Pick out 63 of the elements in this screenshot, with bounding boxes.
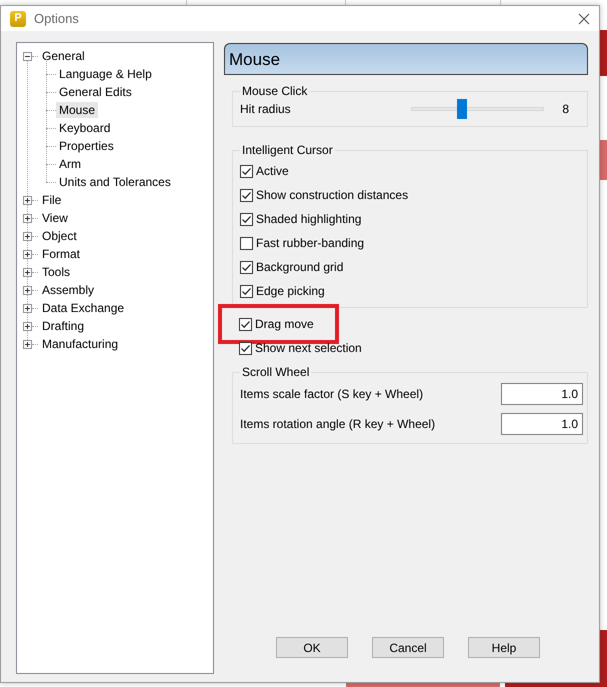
calendar-event (600, 140, 607, 180)
expand-icon[interactable] (23, 214, 32, 222)
checkbox-label[interactable]: Shaded highlighting (256, 212, 362, 226)
checkbox[interactable] (240, 284, 253, 298)
expand-icon[interactable] (23, 196, 32, 204)
tree-item[interactable]: General (39, 48, 88, 64)
expand-icon[interactable] (23, 304, 32, 312)
calendar-event (600, 30, 607, 76)
tree-item[interactable]: Properties (56, 138, 117, 154)
tree-item[interactable]: Arm (56, 156, 84, 172)
slider-thumb[interactable] (456, 99, 467, 119)
collapse-icon[interactable] (23, 52, 32, 60)
cancel-button[interactable]: Cancel (372, 637, 444, 658)
checkbox-label[interactable]: Edge picking (256, 284, 325, 298)
checkbox[interactable] (240, 236, 253, 250)
expand-icon[interactable] (23, 250, 32, 258)
tree-item[interactable]: Units and Tolerances (56, 174, 174, 190)
expand-icon[interactable] (23, 340, 32, 348)
tree-item[interactable]: Data Exchange (39, 300, 128, 316)
checkbox-label[interactable]: Drag move (255, 317, 314, 331)
tree-item[interactable]: Language & Help (56, 66, 155, 82)
checkbox[interactable] (240, 164, 253, 178)
tree-item[interactable]: General Edits (56, 84, 135, 100)
tree-item[interactable]: File (39, 192, 64, 208)
group-title: Scroll Wheel (240, 365, 312, 379)
tree-item[interactable]: Format (39, 246, 84, 262)
expand-icon[interactable] (23, 322, 32, 330)
page-header: Mouse (224, 43, 588, 75)
slider-value: 8 (562, 102, 569, 116)
tree-item[interactable]: Manufacturing (39, 336, 122, 352)
group-title: Intelligent Cursor (240, 143, 335, 157)
slider-track[interactable] (411, 99, 544, 119)
checkbox[interactable] (240, 188, 253, 202)
checkbox-label[interactable]: Show next selection (255, 341, 362, 355)
app-logo: P (10, 10, 26, 26)
window-title: Options (34, 11, 79, 26)
tree-item[interactable]: Drafting (39, 318, 88, 334)
group-title: Mouse Click (240, 84, 310, 98)
tree-item[interactable]: View (39, 210, 71, 226)
input-field[interactable]: 1.0 (501, 383, 583, 405)
expand-icon[interactable] (23, 286, 32, 294)
help-button[interactable]: Help (468, 637, 540, 658)
expand-icon[interactable] (23, 268, 32, 276)
tree-item[interactable]: Tools (39, 264, 74, 280)
checkbox[interactable] (239, 342, 252, 354)
checkbox[interactable] (239, 318, 252, 330)
checkbox-label[interactable]: Show construction distances (256, 188, 408, 202)
close-icon[interactable] (578, 12, 590, 24)
input-field[interactable]: 1.0 (501, 413, 583, 435)
slider-label: Hit radius (240, 102, 291, 116)
checkbox-label[interactable]: Active (256, 164, 289, 178)
ok-button[interactable]: OK (276, 637, 348, 658)
expand-icon[interactable] (23, 232, 32, 240)
field-label: Items scale factor (S key + Wheel) (240, 387, 424, 401)
tree-item[interactable]: Keyboard (56, 120, 114, 136)
checkbox-label[interactable]: Background grid (256, 260, 344, 274)
tree-item[interactable]: Mouse (56, 102, 98, 118)
checkbox-label[interactable]: Fast rubber-banding (256, 236, 364, 250)
field-label: Items rotation angle (R key + Wheel) (240, 417, 436, 431)
checkbox[interactable] (240, 212, 253, 226)
tree-item[interactable]: Object (39, 228, 80, 244)
tree-item[interactable]: Assembly (39, 282, 98, 298)
checkbox[interactable] (240, 260, 253, 274)
